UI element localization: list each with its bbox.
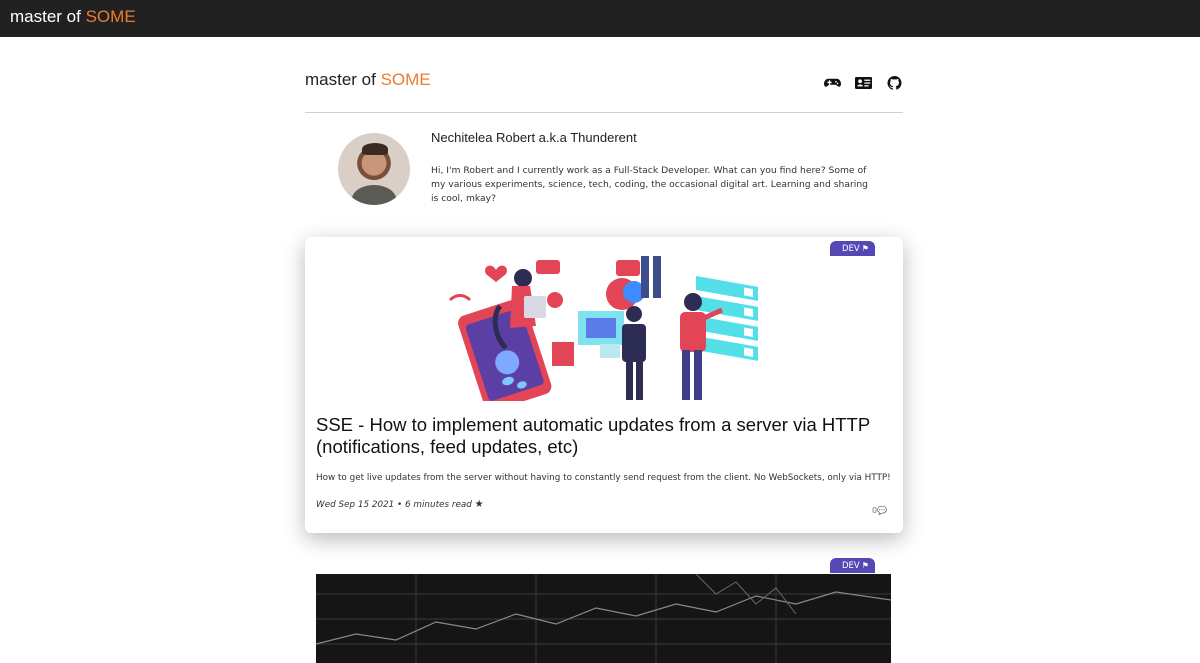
site-title-prefix: master of	[305, 70, 381, 89]
github-icon[interactable]	[886, 76, 903, 90]
post-excerpt: How to get live updates from the server …	[316, 473, 891, 483]
profile-bio: Hi, I'm Robert and I currently work as a…	[431, 165, 868, 204]
post-hero-image[interactable]	[316, 256, 891, 401]
gamepad-icon[interactable]	[824, 76, 841, 90]
site-header: master of SOME	[305, 68, 903, 113]
post-tag-label-2: DEV	[842, 561, 860, 571]
header-icon-links	[824, 76, 903, 90]
post-meta: Wed Sep 15 2021 • 6 minutes read ★	[316, 499, 484, 510]
hero-illustration	[316, 256, 891, 401]
navbar-brand-link[interactable]: master of SOME	[10, 7, 136, 27]
avatar-shirt	[352, 185, 396, 205]
site-title-accent: SOME	[380, 70, 431, 89]
comment-icon: 💬	[877, 506, 888, 515]
avatar-hair	[362, 143, 388, 155]
hero-illustration-2	[316, 574, 891, 663]
tag-icon-2: ⚑	[861, 561, 869, 570]
comments-link[interactable]: 0💬	[872, 506, 887, 515]
top-navbar: master of SOME	[0, 0, 1200, 37]
post-title-link[interactable]: SSE - How to implement automatic updates…	[316, 414, 891, 458]
post-tag-badge[interactable]: DEV ⚑	[830, 241, 875, 256]
navbar-brand-accent: SOME	[85, 7, 136, 26]
post-tag-label: DEV	[842, 244, 860, 254]
profile-avatar	[338, 133, 410, 205]
post-hero-image-2[interactable]	[316, 574, 891, 663]
post-meta-text: Wed Sep 15 2021 • 6 minutes read	[316, 500, 472, 510]
site-title[interactable]: master of SOME	[305, 70, 431, 90]
star-icon: ★	[474, 499, 484, 510]
profile-name: Nechitelea Robert a.k.a Thunderent	[431, 130, 637, 145]
id-card-icon[interactable]	[855, 76, 872, 90]
post-tag-badge-2[interactable]: DEV ⚑	[830, 558, 875, 573]
tag-icon: ⚑	[861, 244, 869, 253]
navbar-brand-prefix: master of	[10, 7, 86, 26]
